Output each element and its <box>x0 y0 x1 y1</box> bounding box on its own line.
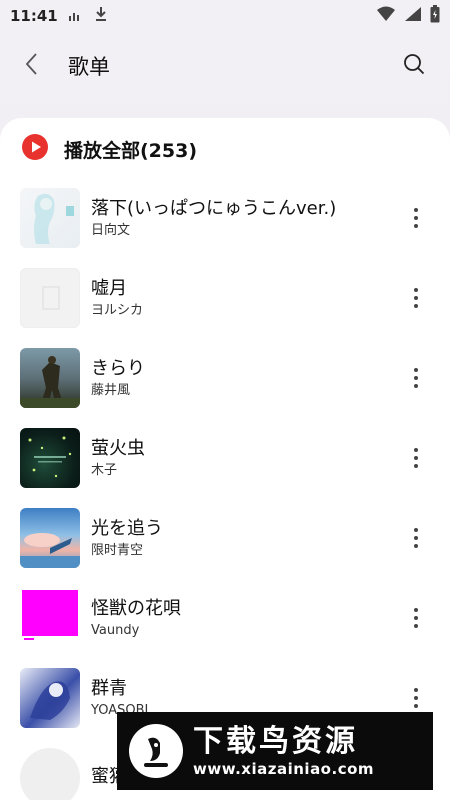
status-bar: 11:41 <box>0 0 450 32</box>
album-cover <box>20 508 80 568</box>
song-title: 怪獣の花唄 <box>91 598 181 619</box>
search-button[interactable] <box>386 38 442 94</box>
more-vertical-icon <box>414 448 418 468</box>
song-info: 嘘月 ヨルシカ <box>91 277 398 319</box>
more-options-button[interactable] <box>398 358 434 398</box>
play-all-label: 播放全部(253) <box>64 139 198 162</box>
play-circle-icon <box>22 134 48 164</box>
status-right-icons <box>376 5 440 27</box>
status-left-icons <box>68 6 108 26</box>
more-vertical-icon <box>414 608 418 628</box>
signal-icon <box>404 6 422 26</box>
more-options-button[interactable] <box>398 598 434 638</box>
screen: 11:41 歌单 播放全部(253) 落下(いっぱつにゅうこんver.) 日向文… <box>0 0 450 800</box>
album-cover <box>20 588 80 648</box>
search-icon <box>403 53 425 79</box>
watermark-banner: 下载鸟资源 www.xiazainiao.com <box>117 712 433 790</box>
page-title: 歌单 <box>68 55 110 79</box>
more-options-button[interactable] <box>398 438 434 478</box>
wifi-icon <box>376 6 396 26</box>
album-cover <box>20 268 80 328</box>
data-activity-icon <box>68 7 82 26</box>
song-artist: Vaundy <box>91 623 140 638</box>
status-time: 11:41 <box>10 7 58 25</box>
song-info: 光を追う 限时青空 <box>91 517 398 559</box>
top-bar: 歌单 <box>0 38 450 94</box>
song-list: 落下(いっぱつにゅうこんver.) 日向文 嘘月 ヨルシカ きらり 藤井風 萤火… <box>0 178 450 800</box>
more-options-button[interactable] <box>398 198 434 238</box>
song-row[interactable]: 萤火虫 木子 <box>0 418 450 498</box>
album-cover <box>20 748 80 800</box>
more-vertical-icon <box>414 288 418 308</box>
album-cover <box>20 348 80 408</box>
song-artist: 日向文 <box>91 223 131 238</box>
album-cover <box>20 428 80 488</box>
watermark-title: 下载鸟资源 <box>193 724 358 759</box>
download-icon <box>94 6 108 26</box>
song-row[interactable]: きらり 藤井風 <box>0 338 450 418</box>
song-title: 群青 <box>91 678 127 699</box>
more-vertical-icon <box>414 208 418 228</box>
song-title: 落下(いっぱつにゅうこんver.) <box>91 198 337 219</box>
song-row[interactable]: 光を追う 限时青空 <box>0 498 450 578</box>
watermark-url: www.xiazainiao.com <box>193 760 375 778</box>
song-row[interactable]: 落下(いっぱつにゅうこんver.) 日向文 <box>0 178 450 258</box>
battery-icon <box>430 5 440 27</box>
song-title: きらり <box>91 358 145 379</box>
song-title: 光を追う <box>91 518 163 539</box>
watermark-text: 下载鸟资源 www.xiazainiao.com <box>193 724 374 778</box>
song-info: 萤火虫 木子 <box>91 437 398 479</box>
song-row[interactable]: 嘘月 ヨルシカ <box>0 258 450 338</box>
song-artist: 限时青空 <box>91 543 144 558</box>
album-cover <box>20 188 80 248</box>
song-artist: ヨルシカ <box>91 303 144 318</box>
more-options-button[interactable] <box>398 518 434 558</box>
song-info: きらり 藤井風 <box>91 357 398 399</box>
play-all-button[interactable]: 播放全部(253) <box>0 128 450 170</box>
more-vertical-icon <box>414 688 418 708</box>
song-info: 落下(いっぱつにゅうこんver.) 日向文 <box>91 197 398 239</box>
song-title: 萤火虫 <box>91 438 145 459</box>
song-artist: 木子 <box>91 463 118 478</box>
chevron-left-icon <box>24 52 38 80</box>
album-cover <box>20 668 80 728</box>
more-vertical-icon <box>414 528 418 548</box>
bird-logo-icon <box>129 724 183 778</box>
back-button[interactable] <box>0 38 62 94</box>
more-vertical-icon <box>414 368 418 388</box>
playlist-card: 播放全部(253) 落下(いっぱつにゅうこんver.) 日向文 嘘月 ヨルシカ … <box>0 118 450 800</box>
song-row[interactable]: 怪獣の花唄 Vaundy <box>0 578 450 658</box>
more-options-button[interactable] <box>398 278 434 318</box>
song-artist: 藤井風 <box>91 383 131 398</box>
song-info: 怪獣の花唄 Vaundy <box>91 597 398 639</box>
song-title: 嘘月 <box>91 278 127 299</box>
